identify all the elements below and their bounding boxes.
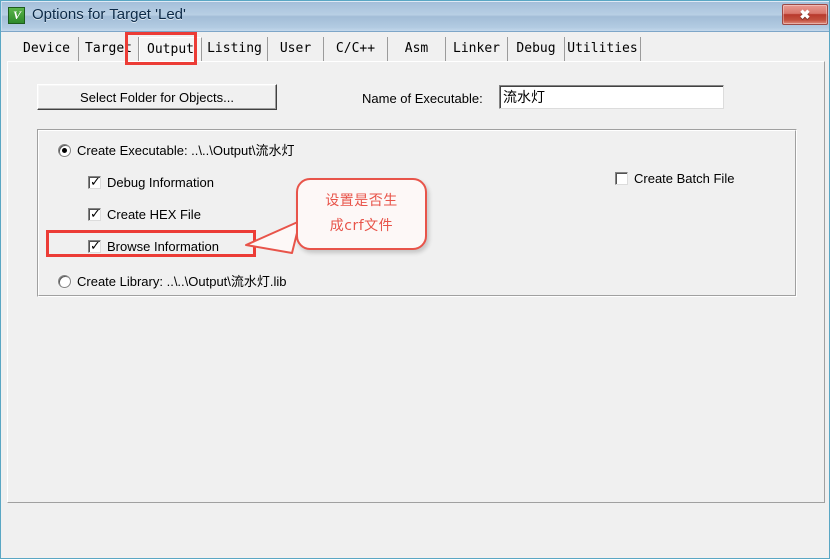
browse-information-label: Browse Information (107, 239, 219, 254)
callout-pointer-icon (245, 220, 301, 254)
annotation-callout-line2: 成crf文件 (329, 218, 394, 234)
window-title: Options for Target 'Led' (32, 6, 186, 23)
tab-target[interactable]: Target (79, 37, 139, 62)
tab-linker[interactable]: Linker (446, 37, 508, 62)
close-icon: ✖ (799, 7, 811, 22)
keil-uvision-icon: V (8, 7, 25, 24)
tab-device[interactable]: Device (15, 37, 79, 62)
title-bar: V Options for Target 'Led' ✖ (1, 1, 829, 32)
tab-utilities[interactable]: Utilities (565, 37, 641, 62)
annotation-callout: 设置是否生 成crf文件 (296, 178, 427, 250)
tab-asm[interactable]: Asm (388, 37, 446, 62)
create-batch-file-checkbox[interactable]: ✓ (615, 172, 628, 185)
create-library-radio[interactable] (58, 275, 71, 288)
tab-user[interactable]: User (268, 37, 324, 62)
browse-information-checkbox[interactable]: ✓ (88, 238, 101, 253)
tab-output[interactable]: Output (139, 37, 202, 62)
name-of-executable-input[interactable]: 流水灯 (499, 85, 724, 109)
annotation-callout-line1: 设置是否生 (325, 193, 398, 209)
options-dialog-window: V Options for Target 'Led' ✖ Device Targ… (0, 0, 830, 559)
tab-strip: Device Target Output Listing User C/C++ … (7, 37, 825, 62)
annotation-callout-text: 设置是否生 成crf文件 (298, 189, 425, 239)
create-executable-label: Create Executable: ..\..\Output\流水灯 (77, 143, 295, 158)
create-hex-file-label: Create HEX File (107, 207, 201, 222)
tab-c-cpp[interactable]: C/C++ (324, 37, 388, 62)
create-hex-file-checkbox[interactable]: ✓ (88, 206, 101, 221)
tab-listing[interactable]: Listing (202, 37, 268, 62)
create-executable-radio[interactable] (58, 144, 71, 157)
debug-information-checkbox[interactable]: ✓ (88, 174, 101, 189)
select-folder-for-objects-button[interactable]: Select Folder for Objects... (37, 84, 277, 110)
create-batch-file-label: Create Batch File (634, 171, 735, 186)
name-of-executable-label: Name of Executable: (362, 91, 483, 106)
debug-information-label: Debug Information (107, 175, 214, 190)
output-tab-panel: Select Folder for Objects... Name of Exe… (7, 61, 825, 503)
tab-debug[interactable]: Debug (508, 37, 565, 62)
close-button[interactable]: ✖ (782, 4, 828, 25)
create-library-label: Create Library: ..\..\Output\流水灯.lib (77, 274, 287, 289)
